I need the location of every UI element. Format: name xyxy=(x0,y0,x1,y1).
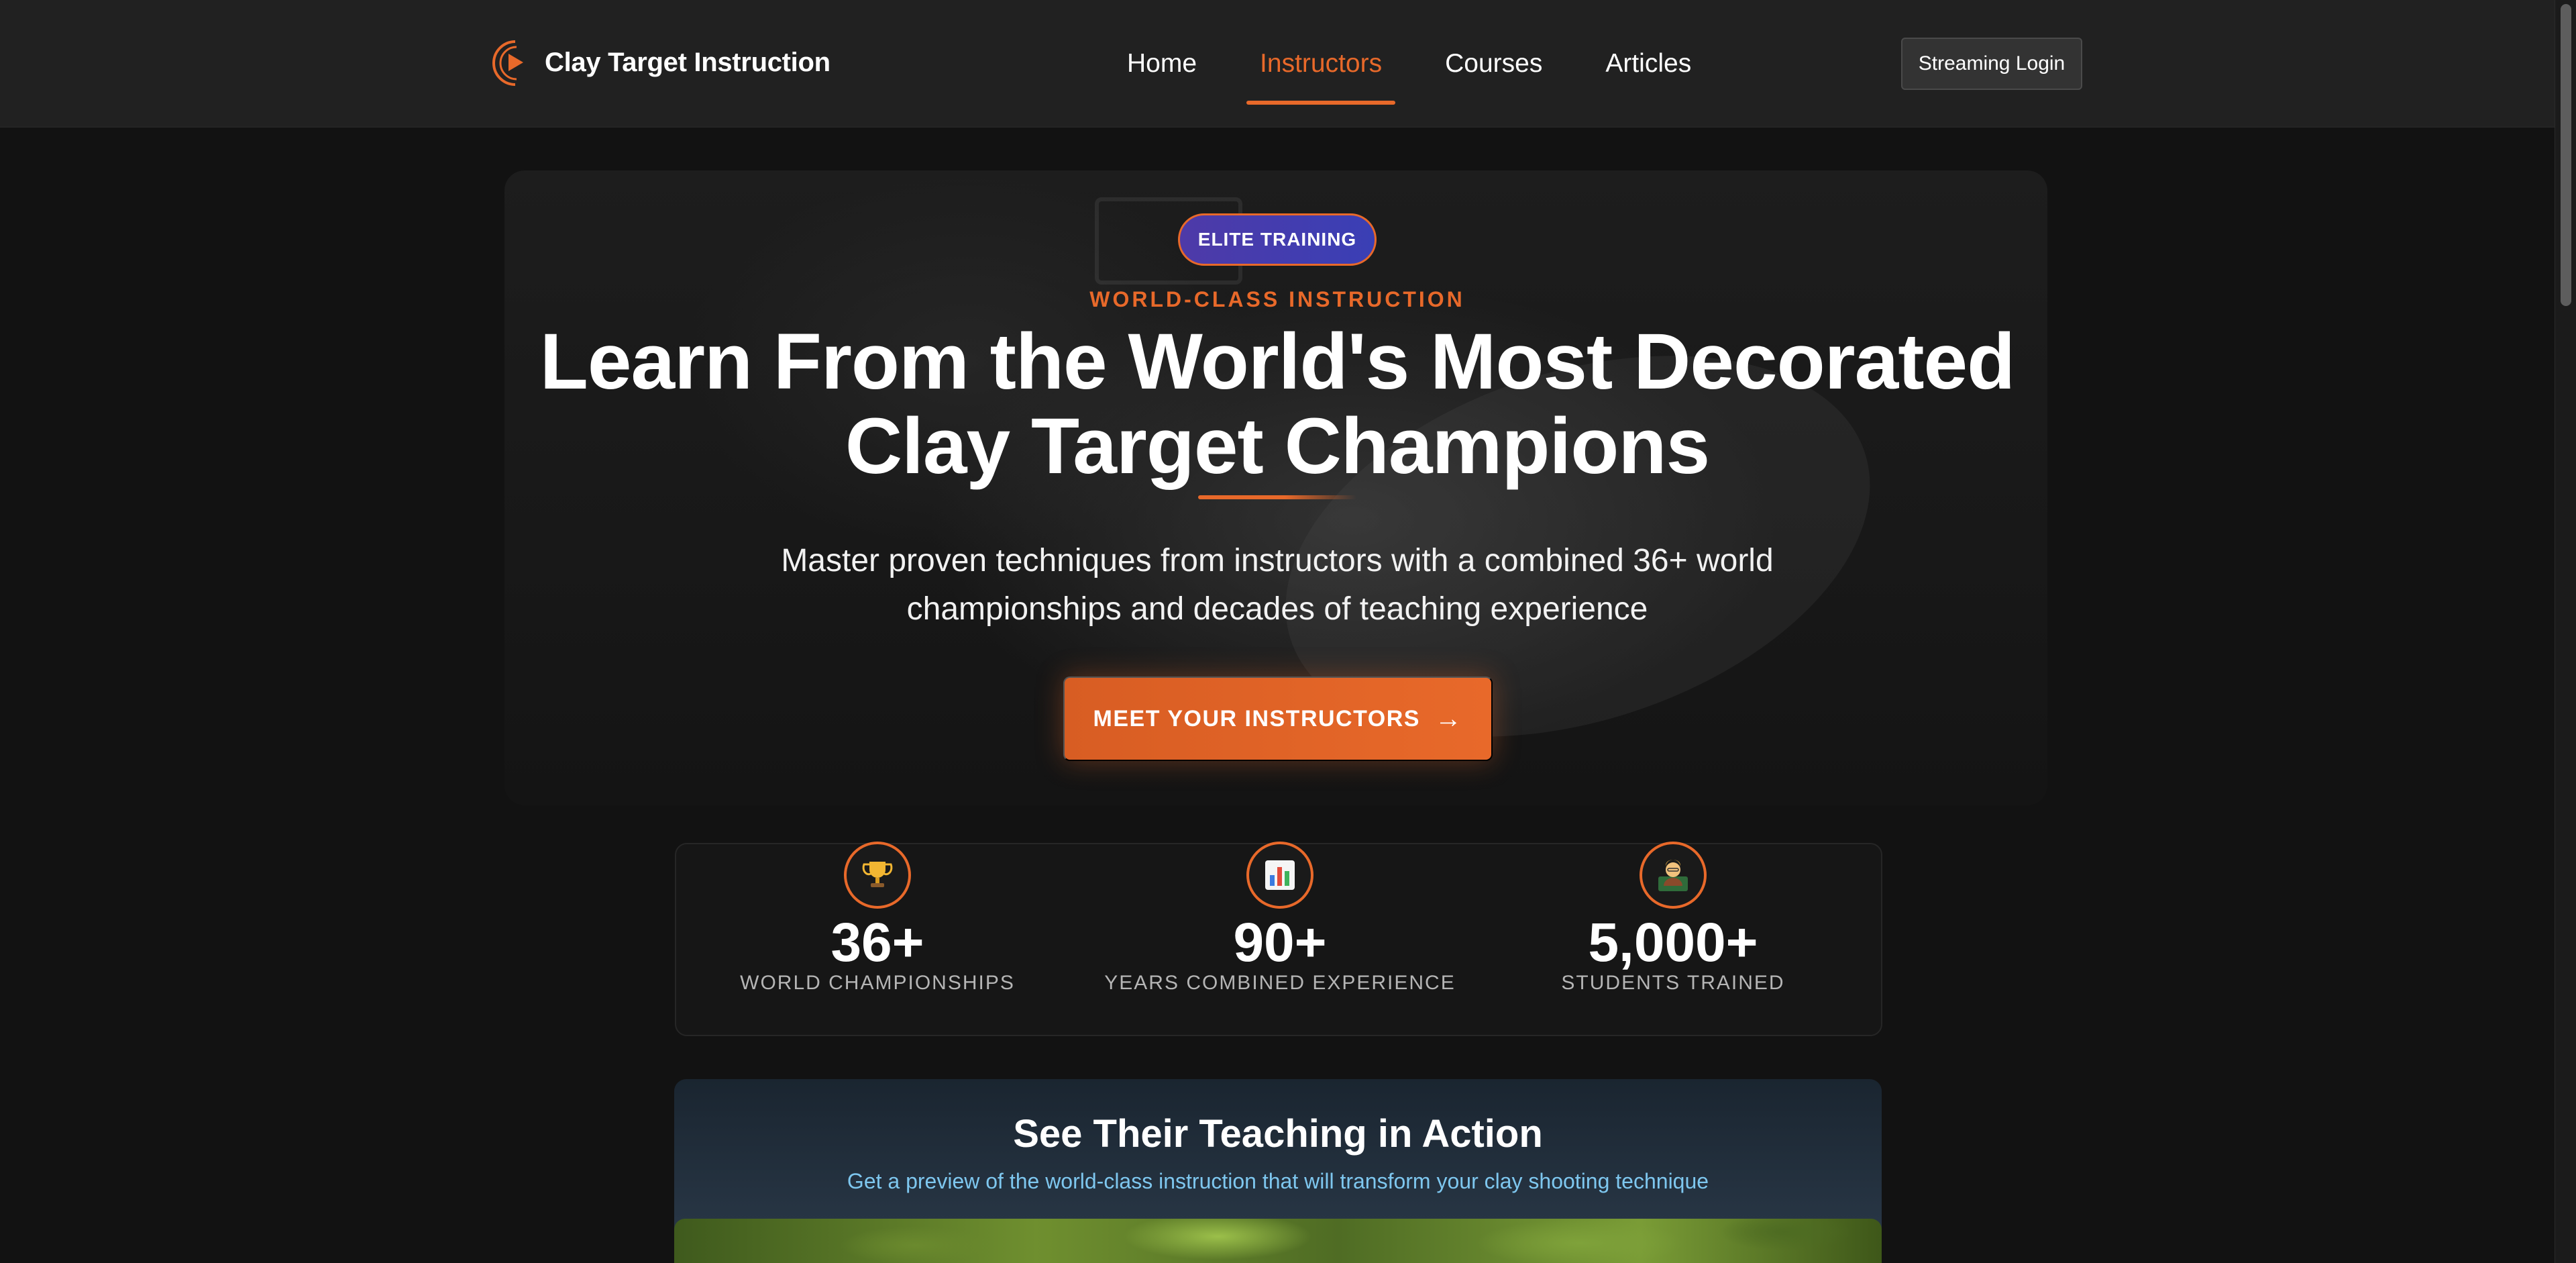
arrow-right-icon: → xyxy=(1434,703,1463,734)
main-nav: Home Instructors Courses Articles xyxy=(1114,0,1705,128)
stats-panel: 36+ WORLD CHAMPIONSHIPS 90+ YEARS COMBIN… xyxy=(675,842,1882,1036)
preview-subtitle: Get a preview of the world-class instruc… xyxy=(847,1169,1709,1193)
elite-training-badge: ELITE TRAINING xyxy=(1178,213,1377,266)
nav-link-courses[interactable]: Courses xyxy=(1432,0,1556,128)
meet-instructors-button[interactable]: MEET YOUR INSTRUCTORS → xyxy=(1063,676,1493,761)
stat-value: 36+ xyxy=(830,912,924,973)
title-underline xyxy=(1198,495,1356,499)
scrollbar-thumb[interactable] xyxy=(2561,4,2571,306)
hero-title-line-2: Clay Target Champions xyxy=(845,402,1710,491)
hero-title: Learn From the World's Most Decorated Cl… xyxy=(402,319,2152,489)
stat-value: 5,000+ xyxy=(1588,912,1758,973)
stat-label: YEARS COMBINED EXPERIENCE xyxy=(1104,972,1456,994)
play-logo-icon xyxy=(492,40,523,86)
streaming-login-button[interactable]: Streaming Login xyxy=(1901,38,2082,90)
nav-link-home[interactable]: Home xyxy=(1114,0,1210,128)
hero-subtitle-line-2: championships and decades of teaching ex… xyxy=(906,591,1648,627)
hero-subtitle-line-1: Master proven techniques from instructor… xyxy=(781,543,1774,578)
stat-students-trained: 5,000+ STUDENTS TRAINED xyxy=(1479,842,1868,1035)
teaching-preview-section: See Their Teaching in Action Get a previ… xyxy=(674,1079,1882,1263)
nav-link-articles[interactable]: Articles xyxy=(1592,0,1705,128)
stat-label: WORLD CHAMPIONSHIPS xyxy=(740,972,1015,994)
hero-subtitle: Master proven techniques from instructor… xyxy=(738,537,1817,634)
stat-value: 90+ xyxy=(1233,912,1327,973)
brand-name: Clay Target Instruction xyxy=(545,47,830,77)
cta-label: MEET YOUR INSTRUCTORS xyxy=(1093,705,1420,731)
brand-link[interactable]: Clay Target Instruction xyxy=(488,34,830,91)
stat-years-experience: 90+ YEARS COMBINED EXPERIENCE xyxy=(1085,842,1474,1035)
teacher-icon xyxy=(1640,842,1707,909)
page-scrollbar[interactable] xyxy=(2555,0,2576,1263)
bar-chart-icon xyxy=(1246,842,1313,909)
stat-world-championships: 36+ WORLD CHAMPIONSHIPS xyxy=(683,842,1072,1035)
top-navbar: Clay Target Instruction Home Instructors… xyxy=(0,0,2555,128)
preview-video[interactable] xyxy=(674,1219,1882,1263)
preview-title: See Their Teaching in Action xyxy=(1013,1112,1543,1156)
hero-title-line-1: Learn From the World's Most Decorated xyxy=(539,317,2015,406)
trophy-icon xyxy=(844,842,911,909)
nav-link-instructors[interactable]: Instructors xyxy=(1246,0,1396,128)
stat-label: STUDENTS TRAINED xyxy=(1561,972,1785,994)
hero-eyebrow: WORLD-CLASS INSTRUCTION xyxy=(1089,287,1465,311)
